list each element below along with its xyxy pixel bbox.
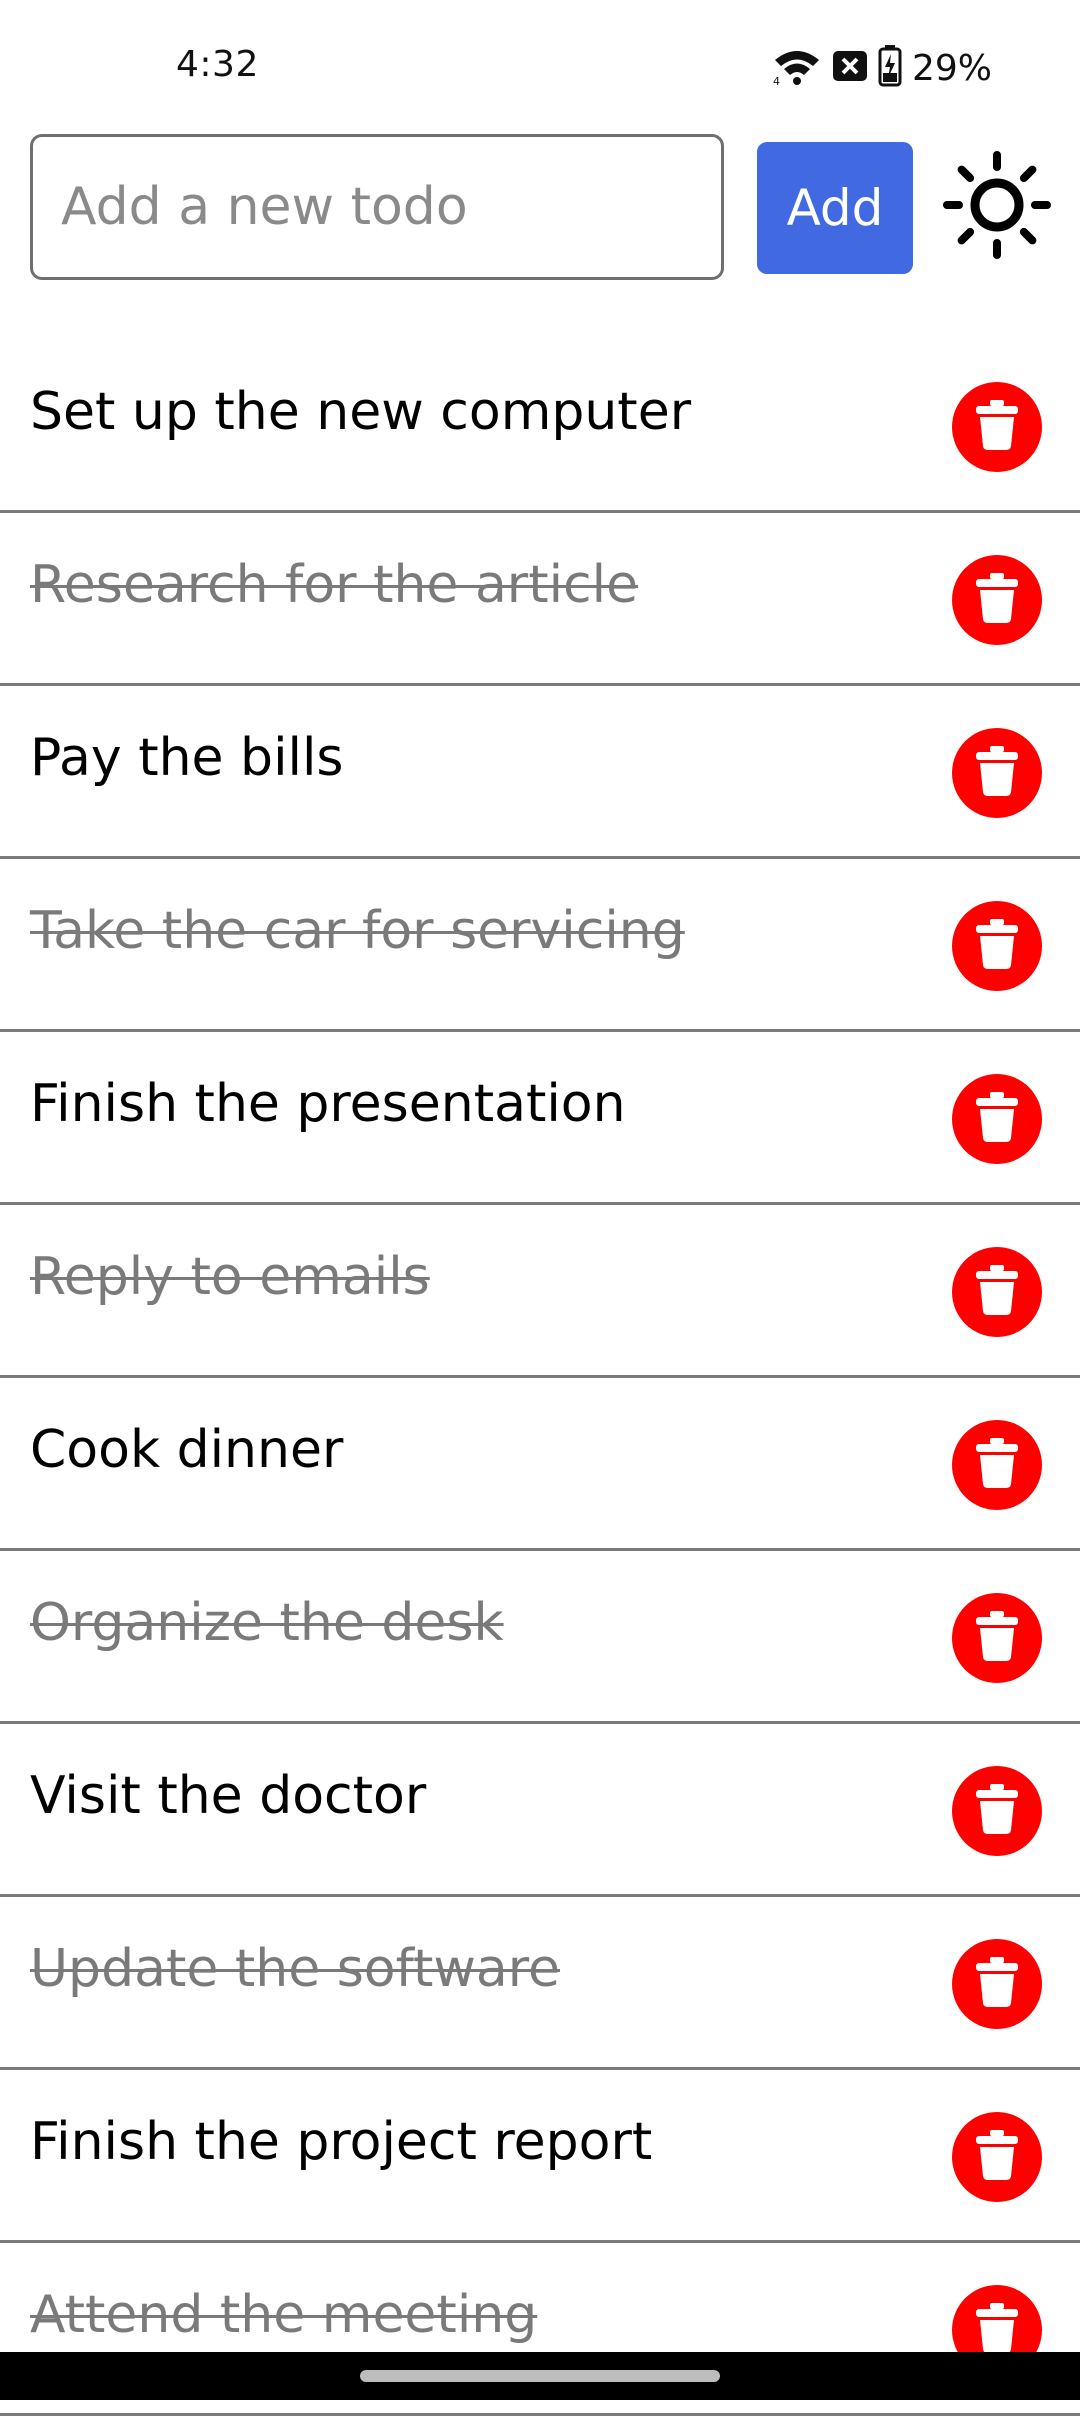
- trash-icon: [975, 1611, 1019, 1665]
- svg-text:4: 4: [773, 75, 780, 86]
- todo-item-text[interactable]: Cook dinner: [30, 1420, 343, 1480]
- todo-item[interactable]: Reply to emails: [0, 1205, 1080, 1378]
- delete-todo-button[interactable]: [952, 382, 1042, 472]
- todo-item[interactable]: Finish the project report: [0, 2070, 1080, 2243]
- trash-icon: [975, 1265, 1019, 1319]
- todo-item-text[interactable]: Finish the presentation: [30, 1074, 626, 1134]
- todo-item-text[interactable]: Pay the bills: [30, 728, 344, 788]
- delete-todo-button[interactable]: [952, 1939, 1042, 2029]
- delete-todo-button[interactable]: [952, 1074, 1042, 1164]
- status-icons: 4 29%: [772, 45, 992, 91]
- todo-item[interactable]: Finish the presentation: [0, 1032, 1080, 1205]
- delete-todo-button[interactable]: [952, 1593, 1042, 1683]
- todo-item-text[interactable]: Reply to emails: [30, 1247, 430, 1307]
- trash-icon: [975, 1784, 1019, 1838]
- new-todo-input[interactable]: [30, 134, 724, 280]
- trash-icon: [975, 1438, 1019, 1492]
- todo-item-text[interactable]: Set up the new computer: [30, 382, 691, 442]
- todo-item-text[interactable]: Update the software: [30, 1939, 560, 1999]
- trash-icon: [975, 919, 1019, 973]
- todo-item-text[interactable]: Organize the desk: [30, 1593, 504, 1653]
- battery-percent: 29%: [911, 47, 992, 89]
- todo-item[interactable]: Pay the bills: [0, 686, 1080, 859]
- todo-item[interactable]: Set up the new computer: [0, 340, 1080, 513]
- status-bar: 4:32 4 29%: [0, 0, 1080, 130]
- no-sim-icon: [832, 49, 868, 87]
- todo-item-text[interactable]: Take the car for servicing: [30, 901, 685, 961]
- trash-icon: [975, 573, 1019, 627]
- trash-icon: [975, 2130, 1019, 2184]
- trash-icon: [975, 746, 1019, 800]
- delete-todo-button[interactable]: [952, 1420, 1042, 1510]
- todo-item-text[interactable]: Research for the article: [30, 555, 638, 615]
- todo-item[interactable]: Visit the doctor: [0, 1724, 1080, 1897]
- trash-icon: [975, 400, 1019, 454]
- delete-todo-button[interactable]: [952, 2112, 1042, 2202]
- add-button[interactable]: Add: [757, 142, 913, 274]
- sun-icon: [941, 149, 1053, 265]
- theme-toggle-button[interactable]: [938, 148, 1056, 266]
- trash-icon: [975, 1957, 1019, 2011]
- delete-todo-button[interactable]: [952, 1247, 1042, 1337]
- todo-item-text[interactable]: Finish the project report: [30, 2112, 652, 2172]
- todo-item[interactable]: Research for the article: [0, 513, 1080, 686]
- trash-icon: [975, 2303, 1019, 2357]
- todo-item[interactable]: Update the software: [0, 1897, 1080, 2070]
- navigation-bar: [0, 2352, 1080, 2400]
- battery-charging-icon: [878, 45, 902, 91]
- wifi-icon: 4: [772, 46, 822, 90]
- trash-icon: [975, 1092, 1019, 1146]
- todo-item[interactable]: Cook dinner: [0, 1378, 1080, 1551]
- add-todo-bar: Add: [0, 130, 1080, 290]
- delete-todo-button[interactable]: [952, 555, 1042, 645]
- todo-item-text[interactable]: Attend the meeting: [30, 2285, 537, 2345]
- status-time: 4:32: [176, 44, 259, 85]
- todo-item[interactable]: Organize the desk: [0, 1551, 1080, 1724]
- delete-todo-button[interactable]: [952, 901, 1042, 991]
- home-gesture-handle[interactable]: [360, 2370, 720, 2382]
- delete-todo-button[interactable]: [952, 728, 1042, 818]
- todo-item[interactable]: Take the car for servicing: [0, 859, 1080, 1032]
- todo-list: Set up the new computer Research for the …: [0, 340, 1080, 2416]
- delete-todo-button[interactable]: [952, 1766, 1042, 1856]
- todo-item-text[interactable]: Visit the doctor: [30, 1766, 426, 1826]
